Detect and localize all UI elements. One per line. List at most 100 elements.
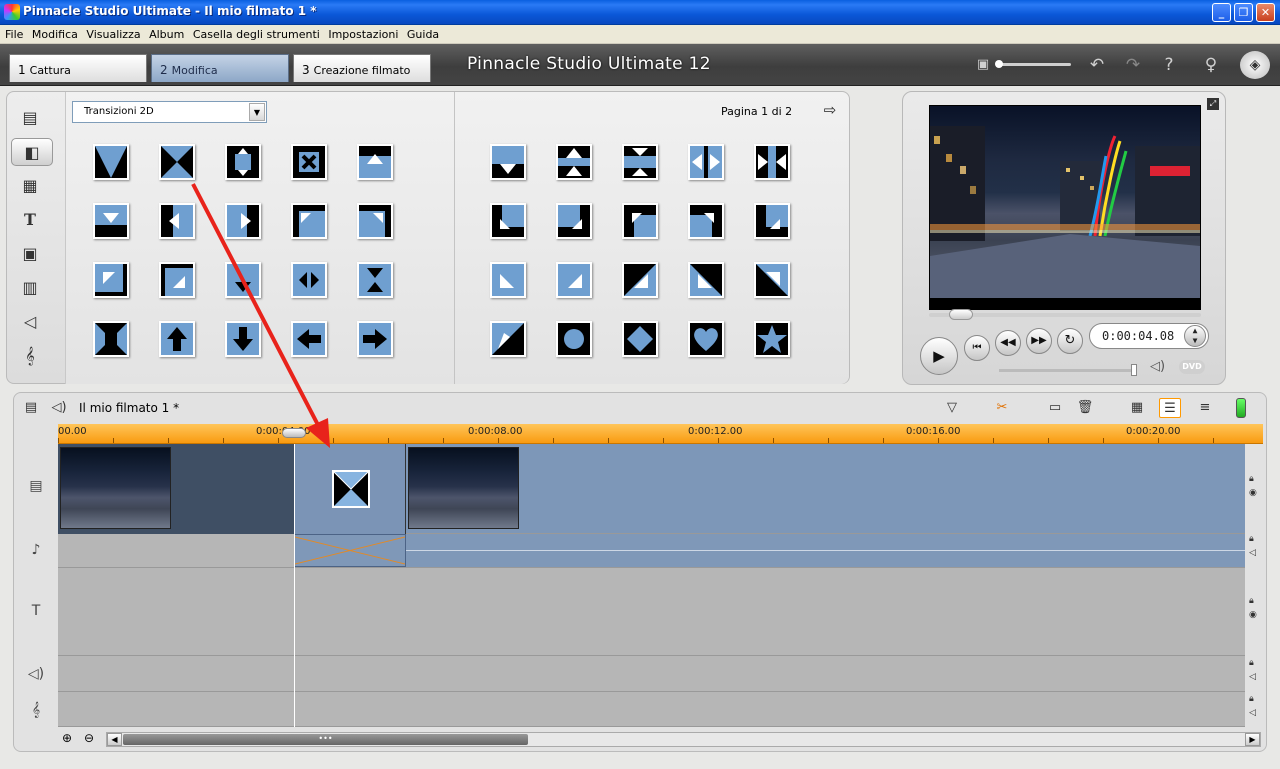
music-track[interactable] bbox=[58, 692, 1245, 727]
transition-thumbnail-r3-c8[interactable] bbox=[622, 262, 658, 298]
transition-thumbnail-r2-c4[interactable] bbox=[291, 203, 327, 239]
transition-thumbnail-r2-c10[interactable] bbox=[754, 203, 790, 239]
menu-modifica[interactable]: Modifica bbox=[27, 25, 78, 41]
go-to-start-button[interactable]: ⏮ bbox=[964, 335, 990, 361]
scrub-bar[interactable] bbox=[929, 309, 1201, 320]
sound-effects-track-icon[interactable]: ◁) bbox=[22, 662, 50, 686]
transition-thumbnail-r2-c6[interactable] bbox=[490, 203, 526, 239]
undo-icon[interactable]: ↶ bbox=[1086, 54, 1108, 76]
transition-thumbnail-r4-c5[interactable] bbox=[357, 321, 393, 357]
transition-thumbnail-r4-c3[interactable] bbox=[225, 321, 261, 357]
transition-thumbnail-r1-c2[interactable] bbox=[159, 144, 195, 180]
scrollbar-thumb[interactable]: ••• bbox=[123, 734, 528, 745]
transition-thumbnail-r2-c1[interactable] bbox=[93, 203, 129, 239]
speaker-icon[interactable]: ◁) bbox=[1150, 359, 1165, 374]
help-icon[interactable]: ? bbox=[1158, 54, 1180, 76]
timeline-scrollbar[interactable]: ◀ ••• ▶ bbox=[106, 732, 1261, 747]
eye-icon[interactable]: ◉ bbox=[1249, 610, 1257, 620]
zoom-slider[interactable] bbox=[995, 60, 1071, 68]
lock-icon[interactable]: 🔒︎ bbox=[1249, 658, 1254, 668]
transition-thumbnail-r4-c8[interactable] bbox=[622, 321, 658, 357]
transition-thumbnail-r2-c9[interactable] bbox=[688, 203, 724, 239]
transition-thumbnail-r3-c6[interactable] bbox=[490, 262, 526, 298]
lock-icon[interactable]: 🔒︎ bbox=[1249, 596, 1254, 606]
dvd-toggle-button[interactable]: DVD bbox=[1179, 360, 1205, 374]
lock-icon[interactable]: 🔒︎ bbox=[1249, 694, 1254, 704]
transition-thumbnail-r4-c1[interactable] bbox=[93, 321, 129, 357]
zoom-out-icon[interactable]: ⊖ bbox=[84, 731, 94, 745]
category-select[interactable]: Transizioni 2D ▼ bbox=[72, 101, 267, 123]
transition-thumbnail-r2-c8[interactable] bbox=[622, 203, 658, 239]
lightbulb-icon[interactable]: ♀ bbox=[1200, 54, 1222, 76]
menu-casella-strumenti[interactable]: Casella degli strumenti bbox=[188, 25, 320, 41]
transitions-album-icon[interactable]: ◧ bbox=[11, 138, 53, 166]
menu-album[interactable]: Album bbox=[144, 25, 184, 41]
transition-thumbnail-r3-c4[interactable] bbox=[291, 262, 327, 298]
transition-thumbnail-r1-c3[interactable] bbox=[225, 144, 261, 180]
titles-album-icon[interactable]: T bbox=[15, 206, 45, 234]
close-button[interactable]: ✕ bbox=[1256, 3, 1275, 22]
transition-thumbnail-r1-c7[interactable] bbox=[556, 144, 592, 180]
timeline-view-icon[interactable]: ☰ bbox=[1159, 398, 1181, 418]
menu-guida[interactable]: Guida bbox=[402, 25, 439, 41]
next-page-icon[interactable]: ⇨ bbox=[820, 100, 840, 120]
menu-impostazioni[interactable]: Impostazioni bbox=[323, 25, 398, 41]
lock-icon[interactable]: 🔒︎ bbox=[1249, 474, 1254, 484]
premium-pack-icon[interactable]: ◈ bbox=[1240, 51, 1270, 79]
volume-slider[interactable] bbox=[999, 364, 1137, 376]
timecode-display[interactable]: 0:00:04.08 ▲ ▼ bbox=[1089, 323, 1209, 349]
video-clip-1[interactable] bbox=[58, 444, 294, 534]
speaker-icon[interactable]: ◁ bbox=[1249, 708, 1256, 718]
minimize-button[interactable]: _ bbox=[1212, 3, 1231, 22]
audio-track-icon[interactable]: ♪ bbox=[22, 538, 50, 562]
sound-effects-track[interactable] bbox=[58, 656, 1245, 692]
video-track-icon[interactable]: ▤ bbox=[22, 474, 50, 498]
transition-thumbnail-r3-c1[interactable] bbox=[93, 262, 129, 298]
speaker-icon[interactable]: ◁ bbox=[1249, 548, 1256, 558]
montage-album-icon[interactable]: ▦ bbox=[15, 172, 45, 200]
tab-creazione-filmato[interactable]: 3 Creazione filmato bbox=[293, 54, 431, 82]
transition-thumbnail-r2-c3[interactable] bbox=[225, 203, 261, 239]
speaker-icon[interactable]: ◁ bbox=[1249, 672, 1256, 682]
zoom-in-icon[interactable]: ⊕ bbox=[62, 731, 72, 745]
rewind-button[interactable]: ◀◀ bbox=[995, 330, 1021, 356]
transition-thumbnail-r4-c2[interactable] bbox=[159, 321, 195, 357]
volume-slider-knob[interactable] bbox=[1131, 364, 1137, 376]
detach-player-icon[interactable]: ⤢ bbox=[1207, 98, 1219, 110]
storyboard-view-icon[interactable]: ▦ bbox=[1126, 398, 1148, 418]
tab-modifica[interactable]: 2 Modifica bbox=[151, 54, 289, 82]
sound-effects-album-icon[interactable]: ◁ bbox=[15, 308, 45, 336]
lock-icon[interactable]: 🔒︎ bbox=[1249, 534, 1254, 544]
title-track-icon[interactable]: T bbox=[22, 599, 50, 623]
transition-thumbnail-r3-c5[interactable] bbox=[357, 262, 393, 298]
menu-file[interactable]: File bbox=[0, 25, 23, 41]
video-track[interactable] bbox=[58, 444, 1245, 534]
maximize-button[interactable]: ❐ bbox=[1234, 3, 1253, 22]
transition-thumbnail-r2-c2[interactable] bbox=[159, 203, 195, 239]
transition-thumbnail-r4-c9[interactable] bbox=[688, 321, 724, 357]
transition-thumbnail-r1-c5[interactable] bbox=[357, 144, 393, 180]
transition-thumbnail-r2-c5[interactable] bbox=[357, 203, 393, 239]
split-clip-icon[interactable]: ▭ bbox=[1044, 398, 1066, 418]
music-track-icon[interactable]: 𝄞 bbox=[22, 698, 50, 722]
zoom-slider-knob[interactable] bbox=[995, 60, 1003, 68]
scroll-right-icon[interactable]: ▶ bbox=[1245, 733, 1260, 746]
photos-album-icon[interactable]: ▣ bbox=[15, 240, 45, 268]
text-view-icon[interactable]: ≡ bbox=[1194, 398, 1216, 418]
audio-transition-region[interactable] bbox=[294, 534, 406, 567]
trash-icon[interactable]: 🗑 bbox=[1074, 398, 1096, 418]
playhead-handle[interactable] bbox=[282, 428, 306, 438]
transition-thumbnail-r1-c6[interactable] bbox=[490, 144, 526, 180]
fast-forward-button[interactable]: ▶▶ bbox=[1026, 328, 1052, 354]
play-button[interactable]: ▶ bbox=[920, 337, 958, 375]
audio-track[interactable] bbox=[58, 534, 1245, 568]
transition-thumbnail-r3-c10[interactable] bbox=[754, 262, 790, 298]
transition-thumbnail-r4-c6[interactable] bbox=[490, 321, 526, 357]
transition-thumbnail-r4-c10[interactable] bbox=[754, 321, 790, 357]
music-album-icon[interactable]: 𝄞 bbox=[15, 342, 45, 370]
timecode-spinner[interactable]: ▲ ▼ bbox=[1184, 325, 1206, 347]
scrub-handle[interactable] bbox=[949, 309, 973, 320]
transition-thumbnail-r2-c7[interactable] bbox=[556, 203, 592, 239]
scroll-left-icon[interactable]: ◀ bbox=[107, 733, 122, 746]
redo-icon[interactable]: ↷ bbox=[1122, 54, 1144, 76]
